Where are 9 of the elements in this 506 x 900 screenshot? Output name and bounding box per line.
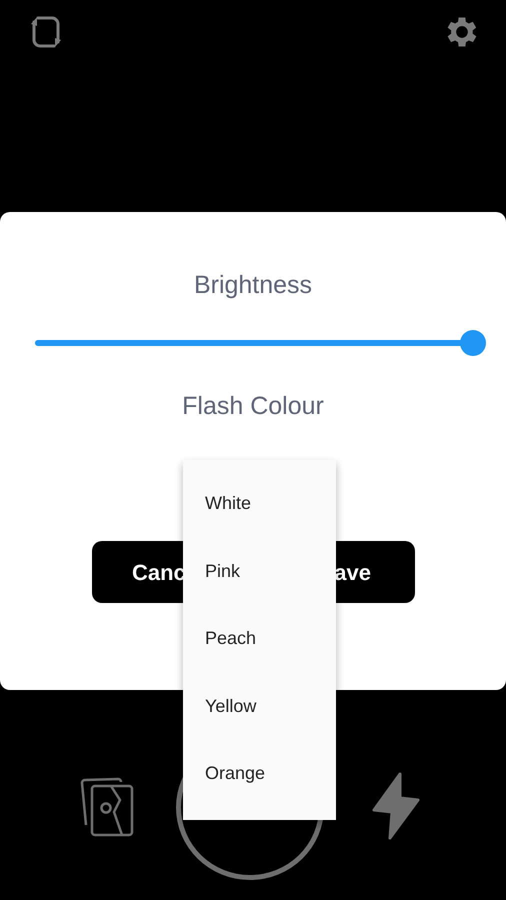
dialog-title: Brightness [192,270,314,300]
slider-thumb[interactable] [460,330,486,356]
menu-item[interactable]: Yellow [183,672,336,740]
menu-item[interactable]: White [183,470,336,538]
gallery-icon[interactable] [80,775,136,837]
flash-icon[interactable] [370,772,422,840]
flash-colour-label: Flash Colour [181,391,325,421]
menu-item[interactable]: Peach [183,605,336,672]
menu-item[interactable]: Orange [183,740,336,808]
